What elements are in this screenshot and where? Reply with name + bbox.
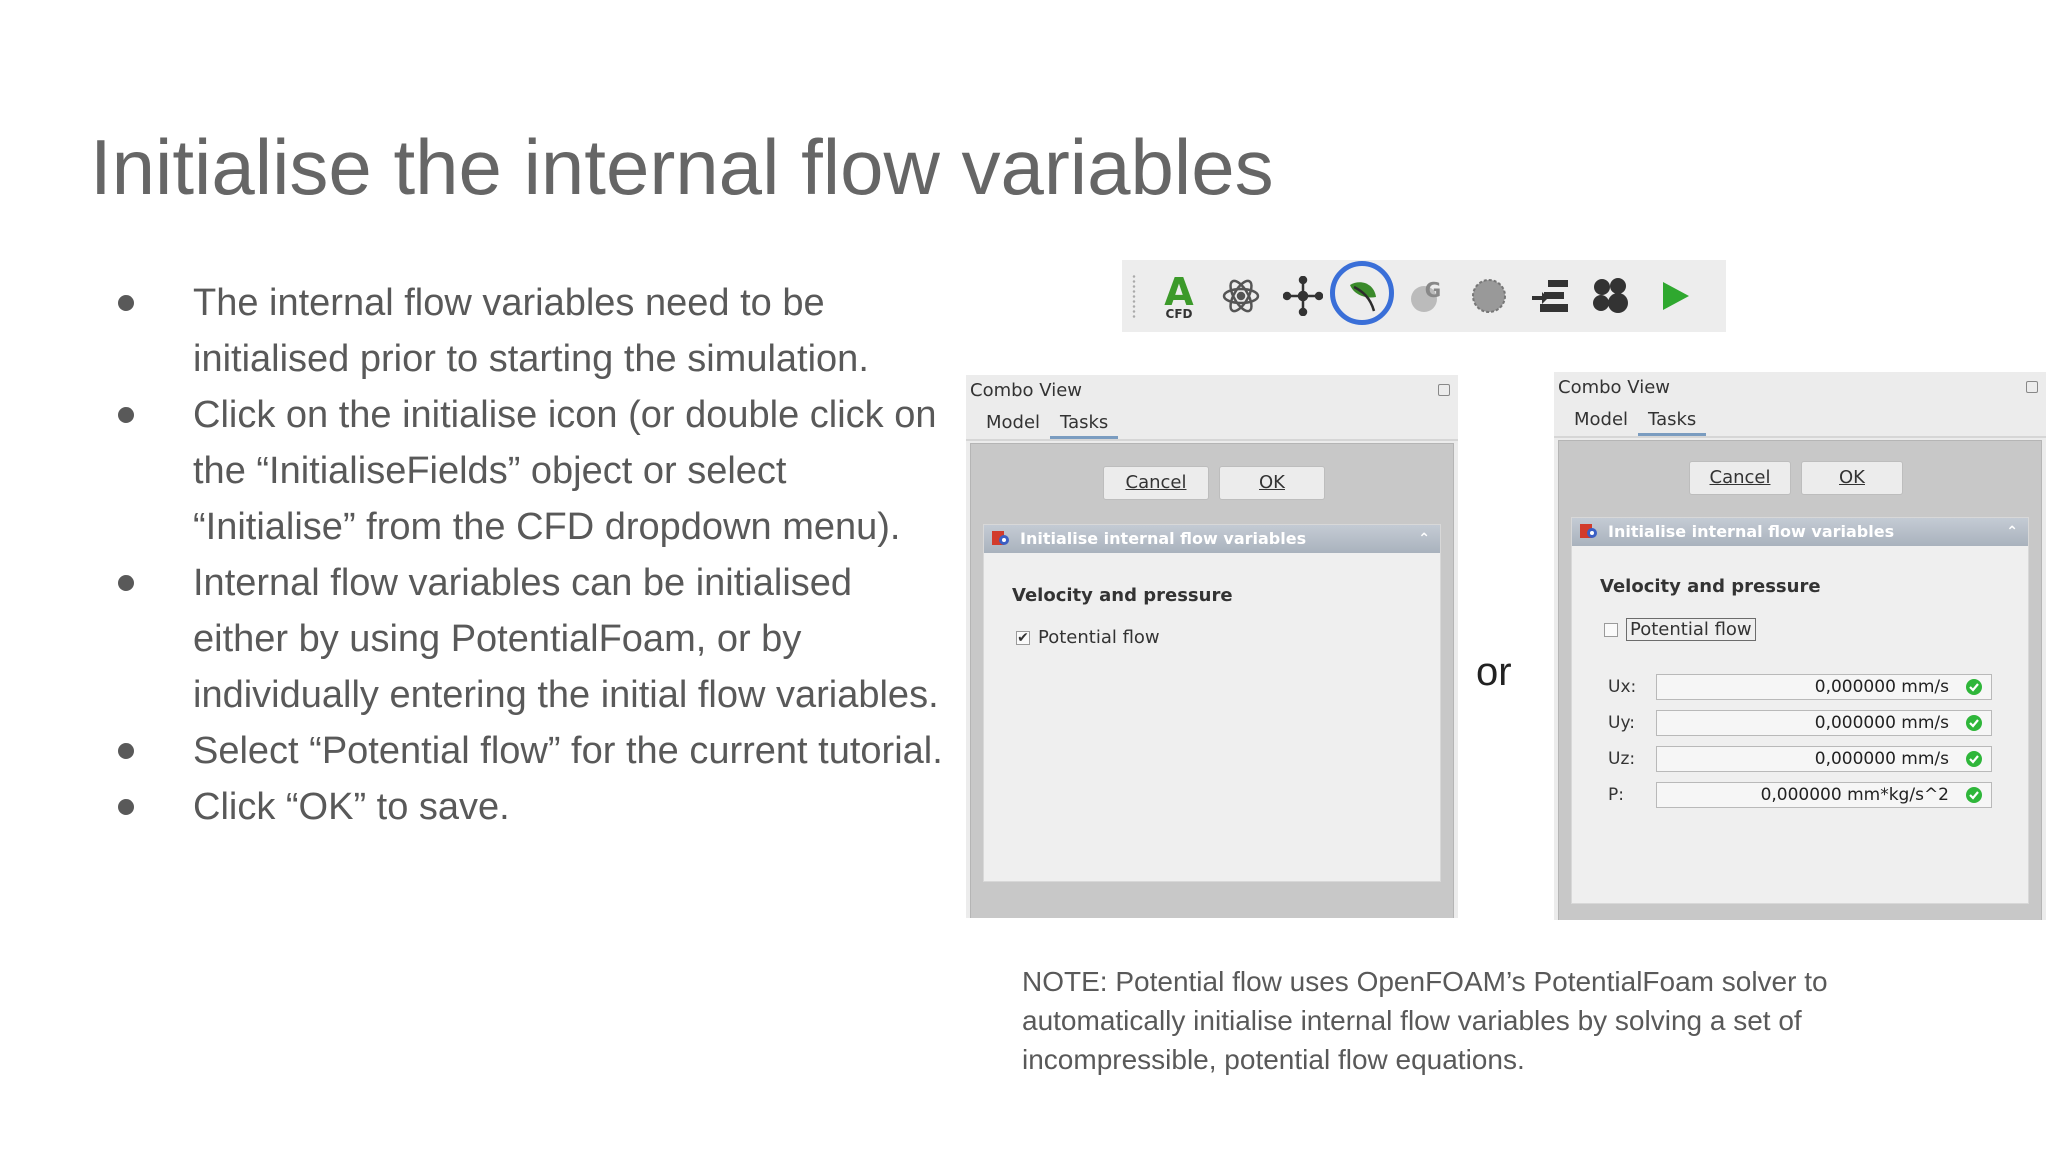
group-header[interactable]: Initialise internal flow variables ⌃ <box>1572 518 2028 546</box>
group-title: Initialise internal flow variables <box>1020 529 1307 548</box>
bullet-dot <box>118 743 134 759</box>
collapse-chevron-icon[interactable]: ⌃ <box>2006 518 2018 546</box>
field-label: Ux: <box>1608 677 1637 697</box>
tab-tasks[interactable]: Tasks <box>1638 404 1707 436</box>
note-text: NOTE: Potential flow uses OpenFOAM’s Pot… <box>1022 966 1828 1075</box>
bullet-dot <box>118 799 134 815</box>
potential-flow-checkbox[interactable]: ✔ <box>1016 629 1030 646</box>
mesh-nodes-icon[interactable] <box>1272 265 1334 327</box>
bullet-text: Click on the initialise icon (or double … <box>193 394 937 548</box>
freecad-task-icon <box>1580 524 1597 538</box>
collapse-chevron-icon[interactable]: ⌃ <box>1418 525 1430 553</box>
ok-button[interactable]: OK <box>1219 466 1325 500</box>
cfd-icon-label: CFD <box>1166 307 1193 321</box>
panel-tabs: Model Tasks <box>966 407 1458 439</box>
task-content-area: Cancel OK Initialise internal flow varia… <box>970 443 1454 918</box>
uy-input[interactable]: 0,000000 mm/s <box>1656 710 1992 736</box>
field-label: P: <box>1608 785 1624 805</box>
pressure-input[interactable]: 0,000000 mm*kg/s^2 <box>1656 782 1992 808</box>
task-content-area: Cancel OK Initialise internal flow varia… <box>1558 440 2042 920</box>
tab-model[interactable]: Model <box>976 407 1050 439</box>
panel-title: Combo View <box>1558 377 1670 398</box>
group-title: Initialise internal flow variables <box>1608 522 1895 541</box>
toolbar-grip[interactable] <box>1132 274 1136 318</box>
tab-divider <box>1554 436 2046 438</box>
float-window-icon[interactable] <box>1438 384 1450 396</box>
panel-header: Combo View <box>966 375 1458 407</box>
valid-check-icon <box>1966 715 1982 731</box>
bullet-text: Click “OK” to save. <box>193 786 510 828</box>
bullet-item: Click on the initialise icon (or double … <box>118 387 948 555</box>
checkbox-label: Potential flow <box>1038 627 1160 648</box>
solver-settings-icon[interactable] <box>1520 265 1582 327</box>
run-solver-icon[interactable] <box>1644 265 1706 327</box>
panel-title: Combo View <box>970 380 1082 401</box>
field-value: 0,000000 mm*kg/s^2 <box>1760 785 1949 805</box>
section-label: Velocity and pressure <box>1012 585 1233 606</box>
freecad-task-icon <box>992 531 1009 545</box>
initialise-task-group: Initialise internal flow variables ⌃ Vel… <box>983 524 1441 882</box>
uy-field-row: Uy: 0,000000 mm/s <box>1608 710 1992 736</box>
uz-field-row: Uz: 0,000000 mm/s <box>1608 746 1992 772</box>
field-label: Uz: <box>1608 749 1636 769</box>
ux-input[interactable]: 0,000000 mm/s <box>1656 674 1992 700</box>
bullet-dot <box>118 295 134 311</box>
field-value: 0,000000 mm/s <box>1814 713 1949 733</box>
bullet-item: Click “OK” to save. <box>118 779 948 835</box>
tab-tasks[interactable]: Tasks <box>1050 407 1119 439</box>
valid-check-icon <box>1966 787 1982 803</box>
bullet-text: Internal flow variables can be initialis… <box>193 562 939 716</box>
potential-flow-checkbox[interactable] <box>1604 622 1618 637</box>
tab-model[interactable]: Model <box>1564 404 1638 436</box>
field-value: 0,000000 mm/s <box>1814 677 1949 697</box>
tab-divider <box>966 439 1458 441</box>
valid-check-icon <box>1966 679 1982 695</box>
field-value: 0,000000 mm/s <box>1814 749 1949 769</box>
ux-field-row: Ux: 0,000000 mm/s <box>1608 674 1992 700</box>
section-label: Velocity and pressure <box>1600 576 1821 597</box>
ok-button[interactable]: OK <box>1801 461 1903 495</box>
bullet-item: Select “Potential flow” for the current … <box>118 723 948 779</box>
initialise-task-group: Initialise internal flow variables ⌃ Vel… <box>1571 517 2029 904</box>
float-window-icon[interactable] <box>2026 381 2038 393</box>
check-mark-icon: ✔ <box>1017 629 1029 646</box>
uz-input[interactable]: 0,000000 mm/s <box>1656 746 1992 772</box>
pressure-field-row: P: 0,000000 mm*kg/s^2 <box>1608 782 1992 808</box>
svg-text:G: G <box>1425 278 1441 302</box>
fluid-materials-icon[interactable] <box>1582 265 1644 327</box>
checkbox-label: Potential flow <box>1626 618 1756 641</box>
cancel-button[interactable]: Cancel <box>1103 466 1209 500</box>
valid-check-icon <box>1966 751 1982 767</box>
cfd-toolbar: A CFD G <box>1122 260 1726 332</box>
cancel-button[interactable]: Cancel <box>1689 461 1791 495</box>
bullet-list: The internal flow variables need to be i… <box>118 275 948 835</box>
bullet-text: Select “Potential flow” for the current … <box>193 730 943 772</box>
cfd-analysis-icon[interactable]: A CFD <box>1148 265 1210 327</box>
combo-view-panel-left: Combo View Model Tasks Cancel OK Initial… <box>966 375 1458 918</box>
mesh-sphere-icon[interactable] <box>1458 265 1520 327</box>
combo-view-panel-right: Combo View Model Tasks Cancel OK Initial… <box>1554 372 2046 920</box>
panel-tabs: Model Tasks <box>1554 404 2046 436</box>
bullet-dot <box>118 575 134 591</box>
potential-flow-checkbox-row[interactable]: ✔ Potential flow <box>1016 627 1160 648</box>
bullet-text: The internal flow variables need to be i… <box>193 282 869 380</box>
gmsh-icon[interactable]: G <box>1396 265 1458 327</box>
atom-physics-icon[interactable] <box>1210 265 1272 327</box>
bullet-dot <box>118 407 134 423</box>
slide-title: Initialise the internal flow variables <box>90 123 1274 211</box>
bullet-item: The internal flow variables need to be i… <box>118 275 948 387</box>
bullet-item: Internal flow variables can be initialis… <box>118 555 948 723</box>
group-header[interactable]: Initialise internal flow variables ⌃ <box>984 525 1440 553</box>
initialise-leaf-icon[interactable] <box>1330 261 1396 327</box>
field-label: Uy: <box>1608 713 1635 733</box>
panel-header: Combo View <box>1554 372 2046 404</box>
or-separator: or <box>1476 650 1512 694</box>
potential-flow-checkbox-row[interactable]: Potential flow <box>1604 618 1756 641</box>
